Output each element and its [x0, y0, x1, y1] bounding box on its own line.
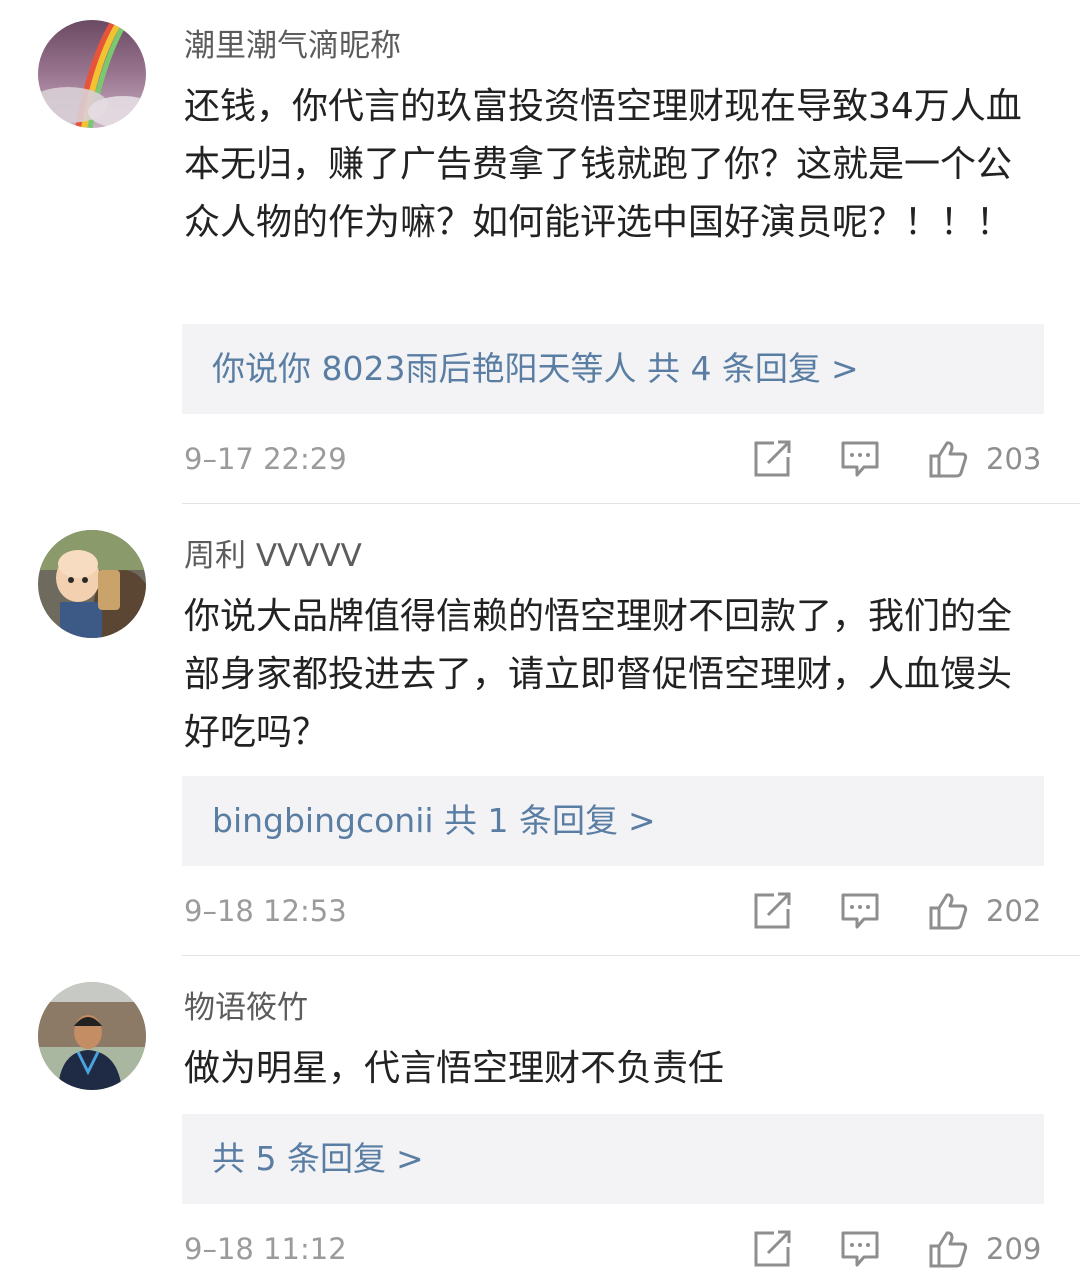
chevron-right-icon: >	[395, 1139, 424, 1178]
like-count: 203	[986, 442, 1042, 476]
reply-summary-link[interactable]: 你说你 8023雨后艳阳天等人 共 4 条回复 >	[212, 324, 859, 414]
reply-summary-link[interactable]: bingbingconii 共 1 条回复 >	[212, 776, 656, 866]
reply-summary-box[interactable]: 共 5 条回复 >	[182, 1114, 1044, 1204]
timestamp: 9–18 11:12	[184, 1232, 347, 1266]
comment-footer: 9–18 12:53 202	[0, 886, 1080, 936]
rainbow-sky-avatar-icon	[38, 20, 146, 128]
comment-text: 做为明星，代言悟空理财不负责任	[184, 1048, 725, 1089]
divider	[182, 503, 1080, 504]
cartoon-monk-avatar-icon	[38, 530, 146, 638]
share-icon[interactable]	[752, 892, 792, 930]
reply-summary-box[interactable]: bingbingconii 共 1 条回复 >	[182, 776, 1044, 866]
username[interactable]: 物语筱竹	[184, 988, 308, 1028]
thumbs-up-icon[interactable]	[928, 1230, 968, 1268]
chevron-right-icon: >	[830, 349, 859, 388]
comment-icon[interactable]	[840, 892, 880, 930]
comment-text: 还钱，你代言的玖富投资悟空理财现在导致34万人血本无归，赚了广告费拿了钱就跑了你…	[184, 86, 1022, 243]
share-icon[interactable]	[752, 440, 792, 478]
timestamp: 9–17 22:29	[184, 442, 347, 476]
thumbs-up-icon[interactable]	[928, 440, 968, 478]
avatar[interactable]	[38, 982, 146, 1090]
comment-footer: 9–17 22:29 203	[0, 434, 1080, 484]
avatar[interactable]	[38, 20, 146, 128]
username[interactable]: 周利 VVVVV	[184, 536, 362, 576]
reply-summary-link[interactable]: 共 5 条回复 >	[212, 1114, 424, 1204]
like-count: 209	[986, 1232, 1042, 1266]
reply-summary-box[interactable]: 你说你 8023雨后艳阳天等人 共 4 条回复 >	[182, 324, 1044, 414]
divider	[182, 955, 1080, 956]
like-count: 202	[986, 894, 1042, 928]
comment-footer: 9–18 11:12 209	[0, 1224, 1080, 1274]
person-photo-avatar-icon	[38, 982, 146, 1090]
timestamp: 9–18 12:53	[184, 894, 347, 928]
share-icon[interactable]	[752, 1230, 792, 1268]
username[interactable]: 潮里潮气滴昵称	[184, 26, 401, 66]
chevron-right-icon: >	[628, 801, 656, 840]
comment-icon[interactable]	[840, 1230, 880, 1268]
avatar[interactable]	[38, 530, 146, 638]
comment-icon[interactable]	[840, 440, 880, 478]
comment-text: 你说大品牌值得信赖的悟空理财不回款了，我们的全部身家都投进去了，请立即督促悟空理…	[184, 596, 1013, 753]
thumbs-up-icon[interactable]	[928, 892, 968, 930]
